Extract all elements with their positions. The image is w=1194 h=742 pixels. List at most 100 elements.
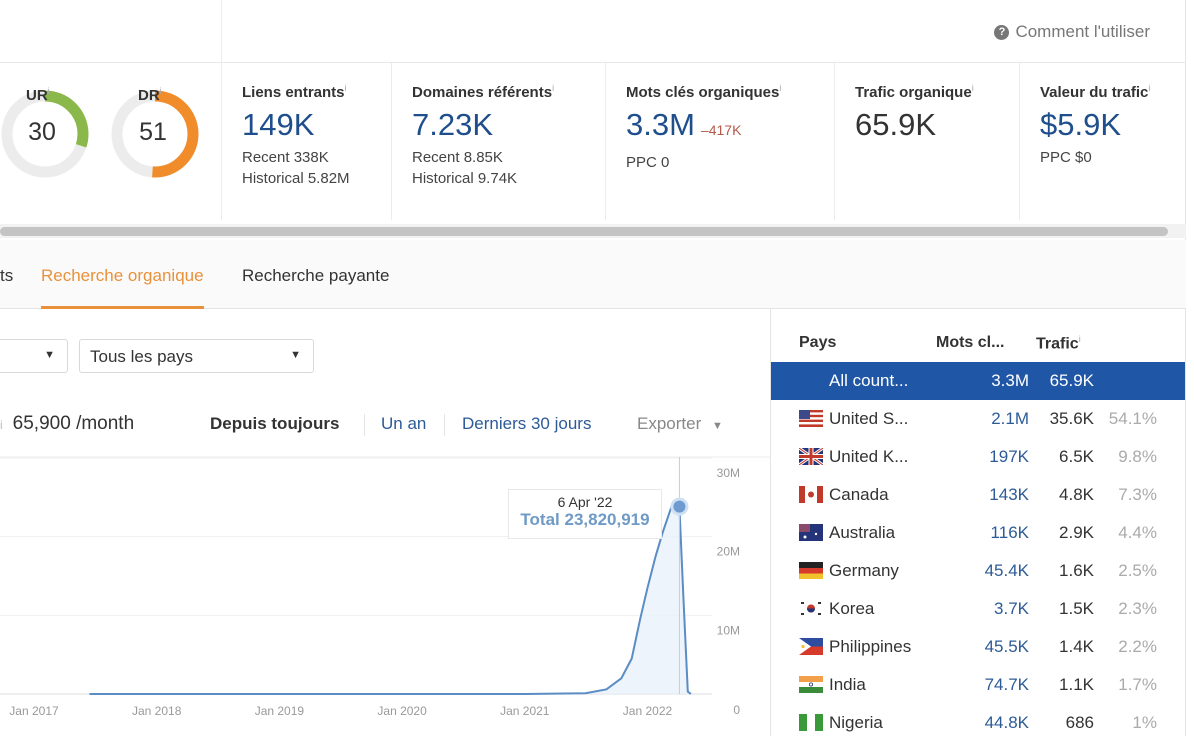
country-traffic-share: 1.7% xyxy=(1118,675,1157,694)
country-select-value: Tous les pays xyxy=(90,347,193,366)
metric-traffic-value: Valeur du trafici $5.9K PPC $0 xyxy=(1020,63,1185,220)
country-row[interactable]: United S... 2.1M 35.6K 54.1% xyxy=(771,400,1185,438)
country-traffic: 1.4K xyxy=(1059,637,1094,656)
country-keywords: 116K xyxy=(990,523,1029,542)
question-circle-icon: ? xyxy=(994,24,1010,40)
country-name[interactable]: Canada xyxy=(829,485,889,505)
country-traffic-share: 2.2% xyxy=(1118,637,1157,656)
flag-uk-icon xyxy=(799,448,823,465)
country-name[interactable]: Korea xyxy=(829,599,874,619)
chevron-down-icon: ▼ xyxy=(44,349,55,361)
metric-value[interactable]: $5.9K xyxy=(1040,107,1185,143)
country-row-all[interactable]: All count... 3.3M 65.9K xyxy=(771,362,1185,400)
metric-recent: Recent 8.85K xyxy=(412,149,503,166)
country-traffic-share: 7.3% xyxy=(1118,485,1157,504)
scrollbar-thumb[interactable] xyxy=(0,227,1168,236)
country-name[interactable]: Australia xyxy=(829,523,895,543)
metric-recent: Recent 338K xyxy=(242,149,329,166)
country-keywords: 3.3M xyxy=(991,371,1029,390)
country-traffic: 4.8K xyxy=(1059,485,1094,504)
flag-de-icon xyxy=(799,562,823,579)
dr-label: DRi xyxy=(138,86,162,104)
gauge-rings xyxy=(1,90,199,178)
country-traffic: 686 xyxy=(1065,713,1094,732)
metric-value[interactable]: 7.23K xyxy=(412,107,605,143)
tooltip-date: 6 Apr '22 xyxy=(557,494,613,510)
country-keywords: 197K xyxy=(989,447,1029,466)
x-tick-label: Jan 2020 xyxy=(377,704,427,718)
x-tick-label: Jan 2017 xyxy=(9,704,59,718)
metric-value[interactable]: 149K xyxy=(242,107,391,143)
country-traffic-share: 4.4% xyxy=(1118,523,1157,542)
x-tick-label: Jan 2018 xyxy=(132,704,182,718)
chart-tooltip: 6 Apr '22 Total 23,820,919 xyxy=(508,489,662,539)
flag-us-icon xyxy=(799,410,823,427)
x-tick-label: Jan 2021 xyxy=(500,704,550,718)
dr-value: 51 xyxy=(139,118,167,146)
help-link[interactable]: ? Comment l'utiliser xyxy=(994,22,1150,42)
metric-historical: Historical 5.82M xyxy=(242,170,350,187)
country-keywords: 45.5K xyxy=(984,637,1029,656)
country-keywords: 45.4K xyxy=(984,561,1029,580)
period-30-days[interactable]: Derniers 30 jours xyxy=(462,414,591,434)
y-tick-label: 30M xyxy=(717,466,740,480)
country-name[interactable]: India xyxy=(829,675,866,695)
flag-in-icon xyxy=(799,676,823,693)
country-name[interactable]: All count... xyxy=(829,371,908,391)
country-name[interactable]: United S... xyxy=(829,409,908,429)
chevron-down-icon: ▼ xyxy=(711,420,723,432)
hover-point xyxy=(673,500,686,513)
metric-delta: –417K xyxy=(700,122,742,138)
metric-ppc: PPC 0 xyxy=(626,154,670,171)
country-row[interactable]: Korea 3.7K 1.5K 2.3% xyxy=(771,590,1185,628)
country-row[interactable]: Philippines 45.5K 1.4K 2.2% xyxy=(771,628,1185,666)
divider xyxy=(444,414,445,436)
help-label: Comment l'utiliser xyxy=(1015,22,1150,41)
metric-organic-traffic: Trafic organiquei 65.9K xyxy=(835,63,1020,220)
tab-paid-search[interactable]: Recherche payante xyxy=(242,266,389,286)
country-traffic: 1.6K xyxy=(1059,561,1094,580)
country-row[interactable]: Australia 116K 2.9K 4.4% xyxy=(771,514,1185,552)
country-keywords: 44.8K xyxy=(984,713,1029,732)
filter-select[interactable]: ▼ xyxy=(0,339,68,373)
country-row[interactable]: United K... 197K 6.5K 9.8% xyxy=(771,438,1185,476)
col-traffic[interactable]: Trafici xyxy=(1036,334,1081,353)
country-name[interactable]: United K... xyxy=(829,447,908,467)
country-traffic-share: 2.5% xyxy=(1118,561,1157,580)
metric-label: Liens entrants xyxy=(242,84,345,101)
period-all-time[interactable]: Depuis toujours xyxy=(210,414,339,434)
ur-label: URi xyxy=(26,86,50,104)
x-tick-label: Jan 2022 xyxy=(623,704,673,718)
country-keywords: 2.1M xyxy=(991,409,1029,428)
country-name[interactable]: Nigeria xyxy=(829,713,883,733)
country-traffic: 1.5K xyxy=(1059,599,1094,618)
ur-value: 30 xyxy=(28,118,56,146)
country-traffic: 65.9K xyxy=(1049,371,1094,390)
country-row[interactable]: Nigeria 44.8K 686 1% xyxy=(771,704,1185,742)
col-keywords[interactable]: Mots cl... xyxy=(936,334,1004,352)
rating-gauges: URi 30 DRi 51 xyxy=(0,0,222,220)
country-row[interactable]: Canada 143K 4.8K 7.3% xyxy=(771,476,1185,514)
period-one-year[interactable]: Un an xyxy=(381,414,426,434)
col-country[interactable]: Pays xyxy=(799,334,836,352)
country-name[interactable]: Germany xyxy=(829,561,899,581)
country-traffic-share: 9.8% xyxy=(1118,447,1157,466)
y-tick-label: 20M xyxy=(717,545,740,559)
country-row[interactable]: India 74.7K 1.1K 1.7% xyxy=(771,666,1185,704)
country-name[interactable]: Philippines xyxy=(829,637,911,657)
country-keywords: 3.7K xyxy=(994,599,1029,618)
y-tick-label: 10M xyxy=(717,623,740,637)
country-keywords: 74.7K xyxy=(984,675,1029,694)
tab-partial[interactable]: ts xyxy=(0,266,13,286)
country-traffic: 35.6K xyxy=(1049,409,1094,428)
chevron-down-icon: ▼ xyxy=(290,349,301,361)
export-button[interactable]: Exporter ▼ xyxy=(637,414,723,434)
country-select[interactable]: Tous les pays ▼ xyxy=(79,339,314,373)
flag-au-icon xyxy=(799,524,823,541)
flag-ng-icon xyxy=(799,714,823,731)
country-traffic-share: 1% xyxy=(1132,713,1157,732)
metric-value[interactable]: 3.3M xyxy=(626,107,695,142)
country-row[interactable]: Germany 45.4K 1.6K 2.5% xyxy=(771,552,1185,590)
tab-organic-search[interactable]: Recherche organique xyxy=(41,266,204,309)
x-tick-label: Jan 2019 xyxy=(255,704,305,718)
